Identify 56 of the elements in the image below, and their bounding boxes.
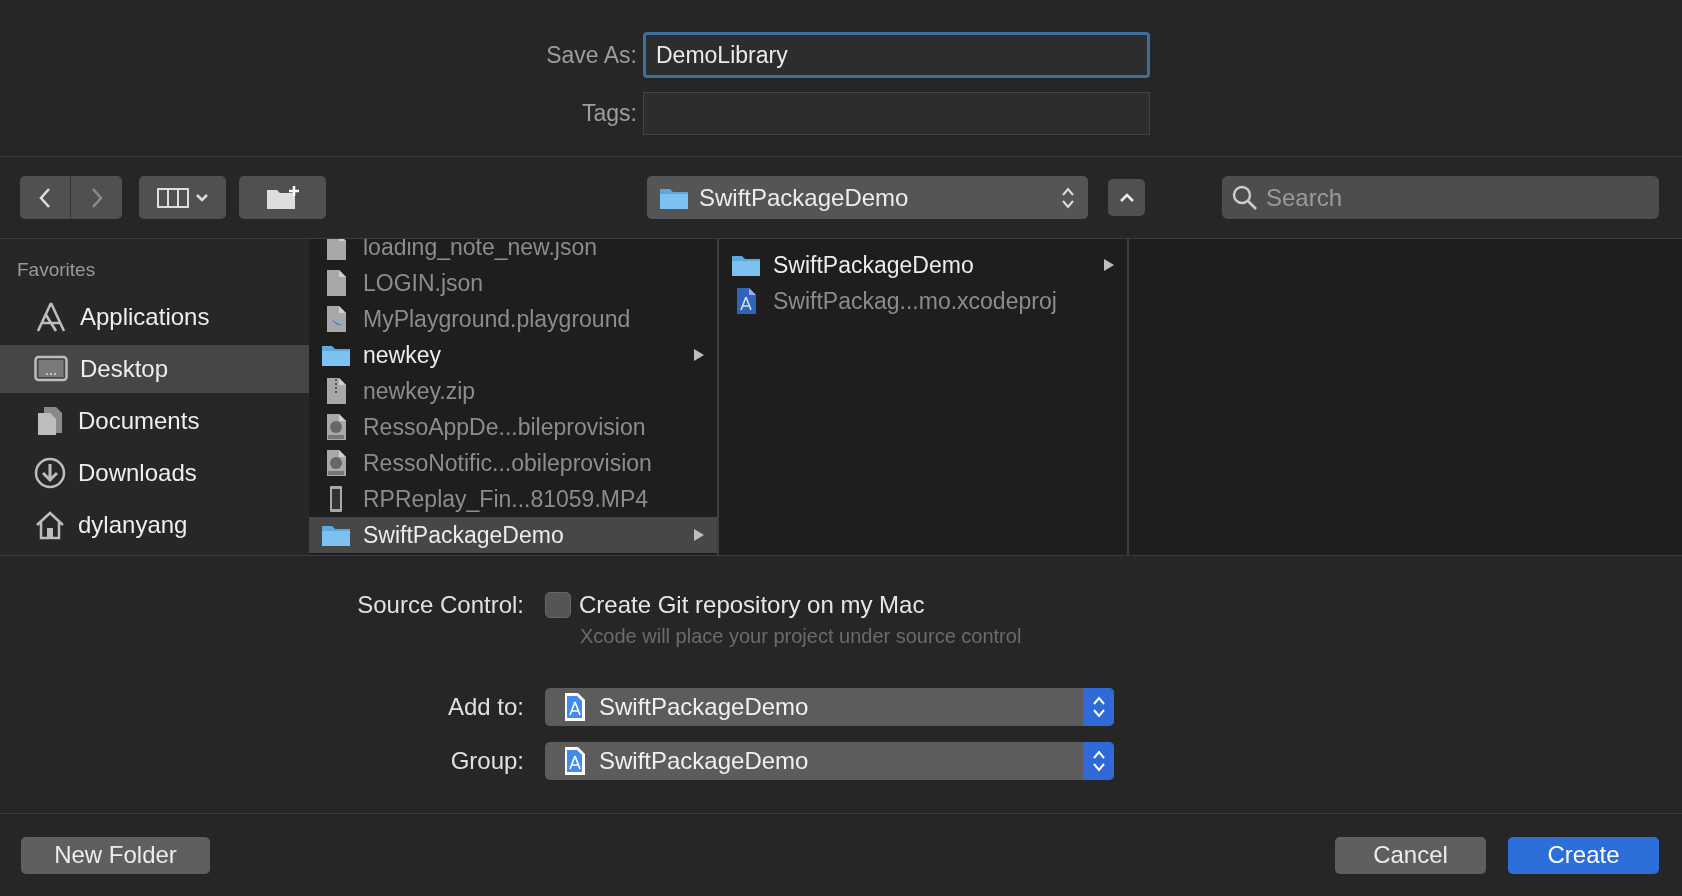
save-as-label: Save As: [546,41,637,69]
file-row[interactable]: newkey.zip [309,373,717,409]
house-icon [34,509,66,541]
group-popup[interactable]: SwiftPackageDemo [545,742,1114,780]
sidebar-item[interactable]: Desktop [0,345,309,393]
source-control-label: Source Control: [357,591,524,619]
file-row[interactable]: MyPlayground.playground [309,301,717,337]
columns-icon [156,187,189,208]
up-down-chevron-icon [1083,742,1114,780]
project-file-icon [563,746,587,776]
file-row[interactable]: RessoAppDe...bileprovision [309,409,717,445]
parent-folder-button[interactable] [1108,179,1145,216]
download-icon [34,457,66,489]
search-icon [1232,185,1258,211]
sidebar-item[interactable]: dylanyang [0,501,309,549]
back-button[interactable] [20,176,71,219]
folder-icon [321,523,351,547]
sidebar-item[interactable]: Documents [0,397,309,445]
folder-icon [731,253,761,277]
folder-row[interactable]: SwiftPackageDemo [309,517,717,553]
folder-row[interactable]: newkey [309,337,717,373]
file-row[interactable]: RPReplay_Fin...81059.MP4 [309,481,717,517]
new-folder-button[interactable]: New Folder [21,836,210,874]
chevron-down-icon [194,192,209,203]
project-file-icon [563,692,587,722]
sidebar-item[interactable]: Downloads [0,449,309,497]
display-icon [34,355,68,383]
search-field[interactable]: Search [1222,176,1659,219]
folder-icon [321,343,351,367]
new-folder-button[interactable] [239,176,326,219]
tags-field[interactable] [643,92,1150,135]
file-row[interactable]: SwiftPackag...mo.xcodeproj [719,283,1127,319]
location-popup[interactable]: SwiftPackageDemo [647,176,1088,219]
view-mode-button[interactable] [139,176,226,219]
add-to-label: Add to: [447,693,524,721]
folder-row[interactable]: SwiftPackageDemo [719,247,1127,283]
group-label: Group: [450,747,524,775]
file-row[interactable]: LOGIN.json [309,265,717,301]
up-down-chevron-icon [1083,688,1114,726]
file-row[interactable]: RessoNotific...obileprovision [309,445,717,481]
cancel-button[interactable]: Cancel [1335,836,1486,874]
add-to-popup[interactable]: SwiftPackageDemo [545,688,1114,726]
hint-text: Xcode will place your project under source control [579,625,1023,648]
disclosure-triangle-icon [693,528,705,542]
favorites-heading: Favorites [17,259,96,281]
chevron-up-icon [1118,191,1135,204]
save-as-field[interactable]: DemoLibrary [643,32,1150,78]
tags-label: Tags: [582,100,637,127]
disclosure-triangle-icon [693,348,705,362]
apps-icon [34,301,68,333]
create-button[interactable]: Create [1508,836,1659,874]
sidebar-item[interactable]: Applications [0,293,309,341]
folder-plus-icon [264,184,301,211]
disclosure-triangle-icon [1103,258,1115,272]
checkbox[interactable] [545,592,571,618]
checkbox-label[interactable]: Create Git repository on my Mac [579,591,925,619]
